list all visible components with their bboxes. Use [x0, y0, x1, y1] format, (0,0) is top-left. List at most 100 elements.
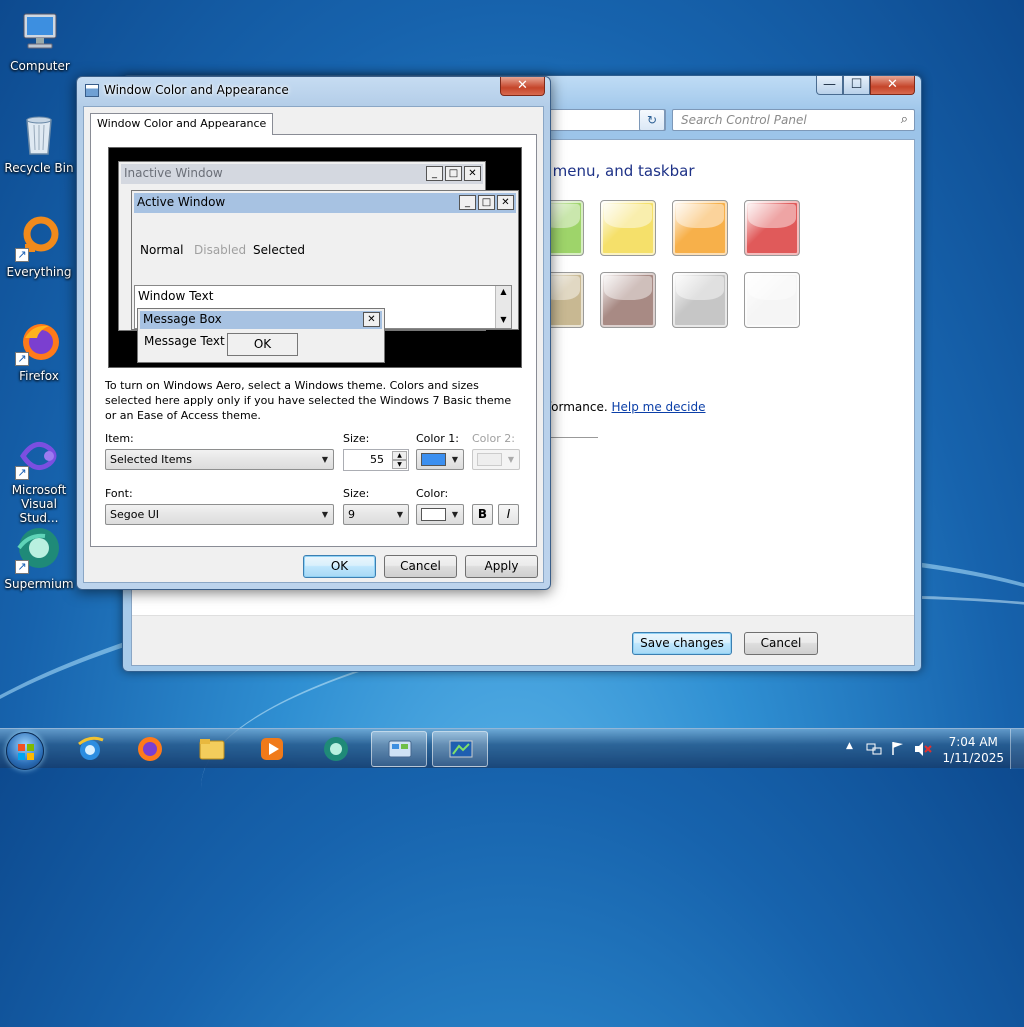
control-panel-footer: Save changes Cancel — [132, 615, 914, 665]
size-spin-input[interactable]: 55 ▲ ▼ — [343, 449, 409, 471]
folder-icon — [199, 739, 225, 760]
maximize-button[interactable]: ☐ — [843, 76, 870, 95]
spin-up-icon[interactable]: ▲ — [392, 451, 407, 460]
size-value: 55 — [370, 453, 384, 466]
desktop-icon-label: Firefox — [19, 369, 59, 383]
visual-studio-icon: ↗ — [15, 432, 63, 480]
window-caption-buttons: — ☐ ✕ — [816, 76, 915, 95]
preview-close-icon: ✕ — [464, 166, 481, 181]
page-heading: t menu, and taskbar — [542, 162, 695, 180]
search-placeholder: Search Control Panel — [681, 113, 807, 127]
font-color-label: Color: — [416, 487, 449, 500]
chevron-down-icon: ▼ — [321, 455, 328, 464]
window-color-appearance-dialog[interactable]: Window Color and Appearance ✕ Window Col… — [76, 76, 551, 590]
taskbar-firefox[interactable] — [122, 731, 178, 767]
network-icon[interactable] — [866, 741, 882, 757]
taskbar-media-player[interactable] — [244, 731, 300, 767]
preview-minimize-icon: _ — [459, 195, 476, 210]
show-desktop-button[interactable] — [1010, 729, 1024, 769]
internet-explorer-icon — [78, 736, 104, 760]
color1-picker[interactable]: ▼ — [416, 449, 464, 470]
item-select-value: Selected Items — [110, 453, 192, 466]
clock-time: 7:04 AM — [948, 735, 998, 749]
help-me-decide-link[interactable]: Help me decide — [612, 400, 706, 414]
refresh-icon: ↻ — [646, 113, 658, 127]
apply-button[interactable]: Apply — [465, 555, 538, 578]
taskbar-personalization[interactable] — [432, 731, 488, 767]
supermium-icon: ↗ — [15, 526, 63, 574]
recycle-bin-icon — [15, 110, 63, 158]
firefox-icon: ↗ — [15, 318, 63, 366]
bold-button[interactable]: B — [472, 504, 493, 525]
performance-label: rformance. — [542, 400, 608, 414]
font-size-label: Size: — [343, 487, 370, 500]
font-size-select[interactable]: 9 ▼ — [343, 504, 409, 525]
color-swatch[interactable] — [672, 200, 728, 256]
size-label: Size: — [343, 432, 370, 445]
desktop-icon-everything[interactable]: ↗ Everything — [1, 214, 77, 279]
color-swatch[interactable] — [744, 272, 800, 328]
preview-menu-normal: Normal — [140, 243, 184, 257]
tab-panel: Inactive Window _ □ ✕ Active Window _ □ … — [90, 134, 537, 547]
color2-label: Color 2: — [472, 432, 515, 445]
scroll-down-icon: ▼ — [500, 315, 507, 324]
aero-info-text: To turn on Windows Aero, select a Window… — [105, 379, 512, 422]
preview-close-icon: ✕ — [363, 312, 380, 327]
show-hidden-icons-button[interactable]: ▲ — [846, 741, 853, 751]
dialog-client: Window Color and Appearance Inactive Win… — [83, 106, 544, 583]
close-button[interactable]: ✕ — [500, 77, 545, 96]
spin-down-icon[interactable]: ▼ — [392, 460, 407, 469]
preview-scrollbar: ▲ ▼ — [495, 286, 511, 328]
close-button[interactable]: ✕ — [870, 76, 915, 95]
scroll-up-icon: ▲ — [500, 287, 507, 296]
chevron-down-icon: ▼ — [396, 510, 403, 519]
preview-close-icon: ✕ — [497, 195, 514, 210]
action-center-flag-icon[interactable] — [890, 740, 906, 756]
system-clock[interactable]: 7:04 AM 1/11/2025 — [942, 734, 1004, 766]
chevron-down-icon: ▼ — [321, 510, 328, 519]
shortcut-arrow-icon: ↗ — [15, 248, 29, 262]
tab-window-color-appearance[interactable]: Window Color and Appearance — [90, 113, 274, 135]
window-icon — [85, 84, 99, 97]
font-color-picker[interactable]: ▼ — [416, 504, 464, 525]
color2-picker[interactable]: ▼ — [472, 449, 520, 470]
preview-active-titlebar: Active Window _ □ ✕ — [134, 193, 516, 213]
everything-icon: ↗ — [15, 214, 63, 262]
item-select[interactable]: Selected Items ▼ — [105, 449, 334, 470]
italic-button[interactable]: I — [498, 504, 519, 525]
save-changes-button[interactable]: Save changes — [632, 632, 732, 655]
font-select[interactable]: Segoe UI ▼ — [105, 504, 334, 525]
preview-message-box[interactable]: Message Box ✕ Message Text OK — [137, 308, 385, 363]
preview-active-title: Active Window — [137, 195, 226, 209]
start-button[interactable] — [6, 732, 44, 770]
firefox-icon — [138, 737, 162, 761]
search-icon[interactable]: ⌕ — [901, 112, 908, 127]
appearance-preview[interactable]: Inactive Window _ □ ✕ Active Window _ □ … — [108, 147, 522, 368]
taskbar-supermium[interactable] — [308, 731, 364, 767]
cancel-button[interactable]: Cancel — [384, 555, 457, 578]
preview-message-titlebar: Message Box ✕ — [140, 311, 382, 329]
taskbar-internet-explorer[interactable] — [62, 731, 118, 767]
search-input[interactable]: Search Control Panel ⌕ — [672, 109, 915, 131]
desktop-icon-recycle-bin[interactable]: Recycle Bin — [1, 110, 77, 175]
desktop-icon-visual-studio[interactable]: ↗ Microsoft Visual Stud... — [1, 432, 77, 525]
color-swatch[interactable] — [600, 200, 656, 256]
desktop-icon-computer[interactable]: Computer — [2, 8, 78, 73]
supermium-icon — [324, 737, 348, 761]
preview-window-text: Window Text — [138, 289, 214, 303]
font-color-chip — [421, 508, 446, 521]
color-swatch[interactable] — [744, 200, 800, 256]
font-select-value: Segoe UI — [110, 508, 160, 521]
taskbar-file-explorer[interactable] — [184, 731, 240, 767]
ok-button[interactable]: OK — [303, 555, 376, 578]
color-swatch[interactable] — [600, 272, 656, 328]
desktop-icon-supermium[interactable]: ↗ Supermium — [1, 526, 77, 591]
cancel-button[interactable]: Cancel — [744, 632, 818, 655]
color-swatch[interactable] — [672, 272, 728, 328]
volume-muted-icon[interactable] — [914, 741, 932, 757]
minimize-button[interactable]: — — [816, 76, 843, 95]
refresh-button[interactable]: ↻ — [639, 109, 665, 131]
desktop-icon-firefox[interactable]: ↗ Firefox — [1, 318, 77, 383]
taskbar-control-panel[interactable] — [371, 731, 427, 767]
shortcut-arrow-icon: ↗ — [15, 466, 29, 480]
